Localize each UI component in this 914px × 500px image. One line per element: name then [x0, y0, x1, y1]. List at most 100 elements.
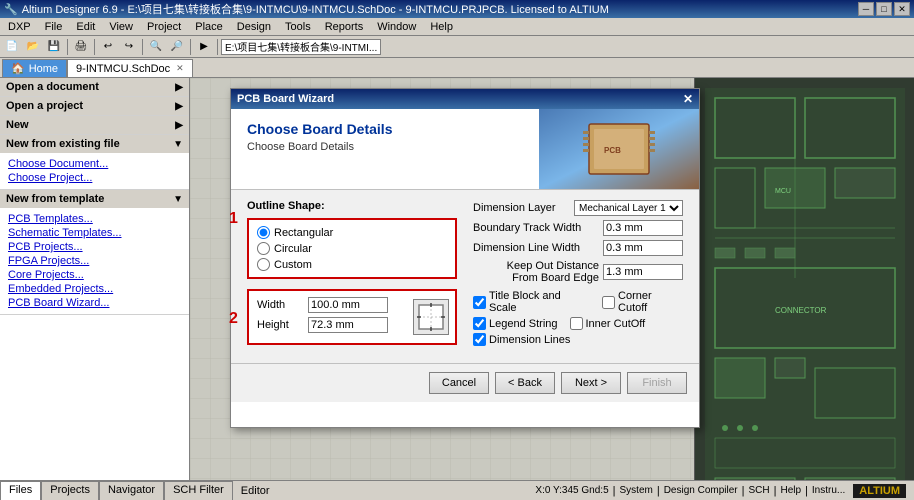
- keepout-input[interactable]: [603, 264, 683, 280]
- radio-circular[interactable]: Circular: [257, 242, 447, 255]
- radio-rectangular[interactable]: Rectangular: [257, 226, 447, 239]
- cb-inner-cutoff-label: Inner CutOff: [586, 318, 646, 330]
- next-button[interactable]: Next >: [561, 372, 621, 394]
- tb-redo[interactable]: ↪: [119, 38, 139, 56]
- sidebar-link-fpga-projects[interactable]: FPGA Projects...: [8, 254, 181, 268]
- sidebar-link-pcb-board-wizard[interactable]: PCB Board Wizard...: [8, 296, 181, 310]
- dimension-line-label: Dimension Line Width: [473, 242, 603, 254]
- wizard-header: Choose Board Details Choose Board Detail…: [231, 109, 699, 189]
- menu-project[interactable]: Project: [141, 20, 187, 34]
- status-sch[interactable]: SCH: [748, 485, 769, 496]
- tb-open[interactable]: 📂: [23, 38, 43, 56]
- cb-inner-cutoff-input[interactable]: [570, 317, 583, 330]
- sidebar-link-pcb-projects[interactable]: PCB Projects...: [8, 240, 181, 254]
- menu-file[interactable]: File: [39, 20, 69, 34]
- dimension-layer-label: Dimension Layer: [473, 202, 574, 214]
- bottom-tab-files[interactable]: Files: [0, 481, 41, 500]
- radio-rectangular-input[interactable]: [257, 226, 270, 239]
- wizard-header-title: Choose Board Details: [247, 121, 523, 137]
- step1-label: 1: [229, 210, 238, 228]
- cb-corner-cutoff-input[interactable]: [602, 296, 615, 309]
- path-text: E:\项目七集\转接板合集\9-INTMI...: [225, 39, 377, 54]
- dimension-layer-select[interactable]: Mechanical Layer 1: [574, 200, 683, 216]
- sidebar-header-open-doc[interactable]: Open a document ▶: [0, 78, 189, 96]
- board-size-icon: [413, 299, 449, 335]
- tab-close-icon[interactable]: ✕: [176, 63, 184, 74]
- dialog-buttons: Cancel < Back Next > Finish: [231, 363, 699, 402]
- status-system[interactable]: System: [620, 485, 653, 496]
- sidebar-header-template-label: New from template: [6, 193, 104, 205]
- width-input[interactable]: [308, 297, 388, 313]
- tb-print[interactable]: 🖨: [71, 38, 91, 56]
- toolbar: 📄 📂 💾 🖨 ↩ ↪ 🔍 🔎 ▶ E:\项目七集\转接板合集\9-INTMI.…: [0, 36, 914, 58]
- tab-home-label: Home: [29, 63, 58, 75]
- dialog-title-bar: PCB Board Wizard ✕: [231, 89, 699, 109]
- height-input[interactable]: [308, 317, 388, 333]
- radio-custom-input[interactable]: [257, 258, 270, 271]
- sidebar-section-open-proj: Open a project ▶: [0, 97, 189, 116]
- sidebar-link-embedded-projects[interactable]: Embedded Projects...: [8, 282, 181, 296]
- menu-view[interactable]: View: [103, 20, 139, 34]
- tb-compile[interactable]: ▶: [194, 38, 214, 56]
- status-instru[interactable]: Instru...: [812, 485, 845, 496]
- board-icon-svg: [417, 303, 445, 331]
- wizard-header-text: Choose Board Details Choose Board Detail…: [231, 109, 539, 189]
- tb-new[interactable]: 📄: [2, 38, 22, 56]
- cb-title-block[interactable]: Title Block and Scale: [473, 290, 590, 314]
- back-button[interactable]: < Back: [495, 372, 555, 394]
- cb-legend-string[interactable]: Legend String: [473, 317, 558, 330]
- cb-title-block-input[interactable]: [473, 296, 486, 309]
- tb-save[interactable]: 💾: [44, 38, 64, 56]
- bottom-tab-projects[interactable]: Projects: [41, 481, 99, 500]
- cb-legend-string-label: Legend String: [489, 318, 558, 330]
- cb-corner-cutoff[interactable]: Corner Cutoff: [602, 290, 683, 314]
- sidebar-link-pcb-templates[interactable]: PCB Templates...: [8, 212, 181, 226]
- menu-help[interactable]: Help: [424, 20, 459, 34]
- maximize-button[interactable]: □: [876, 2, 892, 16]
- sidebar-header-existing[interactable]: New from existing file ▼: [0, 135, 189, 153]
- bottom-tab-navigator[interactable]: Navigator: [99, 481, 164, 500]
- sidebar-link-core-projects[interactable]: Core Projects...: [8, 268, 181, 282]
- dimension-line-input[interactable]: [603, 240, 683, 256]
- bottom-tab-sch-filter[interactable]: SCH Filter: [164, 481, 233, 500]
- title-bar: 🔧 Altium Designer 6.9 - E:\项目七集\转接板合集\9-…: [0, 0, 914, 18]
- tb-zoom-in[interactable]: 🔍: [146, 38, 166, 56]
- keepout-label: Keep Out DistanceFrom Board Edge: [473, 260, 603, 284]
- finish-button[interactable]: Finish: [627, 372, 687, 394]
- cb-legend-string-input[interactable]: [473, 317, 486, 330]
- sidebar-link-choose-doc[interactable]: Choose Document...: [8, 157, 181, 171]
- status-design-compiler[interactable]: Design Compiler: [664, 485, 738, 496]
- minimize-button[interactable]: ─: [858, 2, 874, 16]
- radio-circular-input[interactable]: [257, 242, 270, 255]
- sidebar-header-template[interactable]: New from template ▼: [0, 190, 189, 208]
- menu-reports[interactable]: Reports: [319, 20, 370, 34]
- menu-design[interactable]: Design: [231, 20, 277, 34]
- cb-dimension-lines-input[interactable]: [473, 333, 486, 346]
- menu-dxp[interactable]: DXP: [2, 20, 37, 34]
- sidebar-link-schematic-templates[interactable]: Schematic Templates...: [8, 226, 181, 240]
- menu-edit[interactable]: Edit: [70, 20, 101, 34]
- status-help[interactable]: Help: [780, 485, 801, 496]
- sidebar-header-new[interactable]: New ▶: [0, 116, 189, 134]
- dialog-close-button[interactable]: ✕: [683, 92, 693, 106]
- sidebar-section-template: New from template ▼ PCB Templates... Sch…: [0, 190, 189, 315]
- menu-place[interactable]: Place: [189, 20, 229, 34]
- radio-custom[interactable]: Custom: [257, 258, 447, 271]
- cb-dimension-lines[interactable]: Dimension Lines: [473, 333, 570, 346]
- sidebar-header-existing-label: New from existing file: [6, 138, 120, 150]
- tb-zoom-out[interactable]: 🔎: [167, 38, 187, 56]
- cancel-button[interactable]: Cancel: [429, 372, 489, 394]
- menu-window[interactable]: Window: [371, 20, 422, 34]
- sidebar-header-open-proj[interactable]: Open a project ▶: [0, 97, 189, 115]
- tab-schematic[interactable]: 9-INTMCU.SchDoc ✕: [67, 59, 193, 77]
- tab-home[interactable]: 🏠 Home: [2, 59, 67, 77]
- close-button[interactable]: ✕: [894, 2, 910, 16]
- menu-tools[interactable]: Tools: [279, 20, 317, 34]
- tab-schematic-label: 9-INTMCU.SchDoc: [76, 63, 170, 75]
- radio-group-shape: Rectangular Circular Custom: [257, 226, 447, 271]
- sidebar-link-choose-proj[interactable]: Choose Project...: [8, 171, 181, 185]
- tb-undo[interactable]: ↩: [98, 38, 118, 56]
- wizard-header-subtitle: Choose Board Details: [247, 141, 523, 153]
- cb-inner-cutoff[interactable]: Inner CutOff: [570, 317, 646, 330]
- boundary-track-input[interactable]: [603, 220, 683, 236]
